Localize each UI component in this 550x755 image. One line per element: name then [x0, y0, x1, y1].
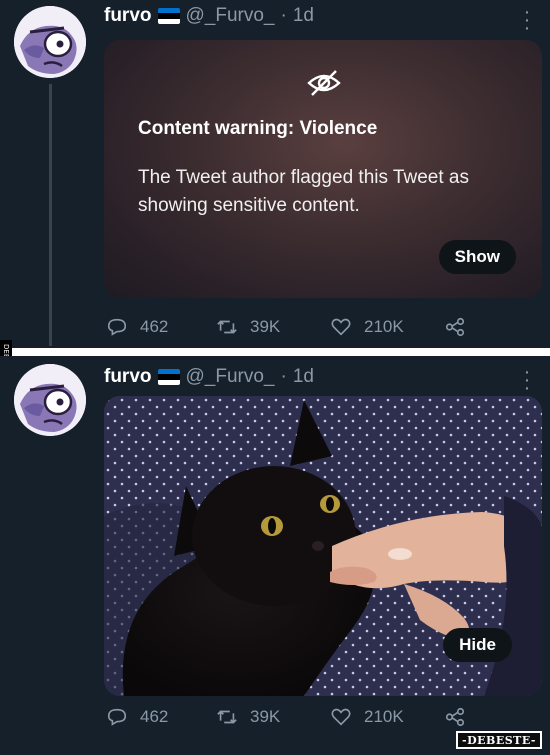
more-icon[interactable]: · · ·: [518, 362, 536, 398]
flag-stripe-white: [157, 18, 180, 24]
retweet-button[interactable]: 39K: [216, 316, 280, 338]
more-icon[interactable]: · · ·: [518, 2, 536, 38]
retweet-icon: [217, 320, 237, 334]
separator-dot: ·: [280, 366, 287, 387]
tweet-actions: 462 39K 210K: [104, 706, 544, 730]
hide-button[interactable]: Hide: [443, 628, 512, 662]
content-warning-text: The Tweet author flagged this Tweet as s…: [138, 167, 469, 216]
like-button[interactable]: 210K: [330, 706, 404, 728]
share-icon: [445, 707, 465, 727]
retweet-count: 39K: [250, 707, 281, 726]
flag-stripe-white: [157, 379, 180, 385]
tweet-revealed[interactable]: furvo @_Furvo_ · 1d · · · Hide 462 39K 2…: [0, 356, 550, 755]
retweet-icon: [217, 710, 237, 724]
reply-icon: [107, 708, 127, 726]
like-count: 210K: [364, 317, 404, 336]
avatar[interactable]: [14, 6, 86, 78]
thread-line: [49, 84, 52, 346]
tweet-time[interactable]: 1d: [293, 5, 314, 27]
divider: [0, 348, 550, 356]
sensitive-media: Content warning: Violence The Tweet auth…: [104, 40, 542, 298]
content-warning-title: Content warning: Violence: [138, 118, 378, 139]
author-name[interactable]: furvo: [104, 5, 152, 27]
tweet-header: furvo @_Furvo_ · 1d: [104, 365, 314, 389]
reply-button[interactable]: 462: [106, 706, 168, 728]
reply-count: 462: [140, 317, 169, 336]
watermark: -DEBESTE-: [456, 731, 542, 749]
share-icon: [445, 317, 465, 337]
like-icon: [331, 318, 351, 336]
show-button[interactable]: Show: [438, 240, 516, 274]
tweet-time[interactable]: 1d: [293, 366, 314, 388]
author-handle[interactable]: @_Furvo_: [186, 366, 275, 388]
avatar[interactable]: [14, 364, 86, 436]
estonia-flag-icon: [157, 8, 180, 24]
retweet-count: 39K: [250, 317, 281, 336]
share-button[interactable]: [444, 706, 478, 728]
like-button[interactable]: 210K: [330, 316, 404, 338]
cat-photo[interactable]: Hide: [104, 396, 542, 696]
retweet-button[interactable]: 39K: [216, 706, 280, 728]
tweet-actions: 462 39K 210K: [104, 316, 544, 340]
reply-count: 462: [140, 707, 169, 726]
reply-button[interactable]: 462: [106, 316, 168, 338]
estonia-flag-icon: [157, 369, 180, 385]
tweet-header: furvo @_Furvo_ · 1d: [104, 4, 314, 28]
tweet-sensitive[interactable]: furvo @_Furvo_ · 1d · · · Content warning:…: [0, 0, 550, 348]
like-icon: [331, 708, 351, 726]
author-handle[interactable]: @_Furvo_: [186, 5, 275, 27]
author-name[interactable]: furvo: [104, 366, 152, 388]
like-count: 210K: [364, 707, 404, 726]
separator-dot: ·: [280, 5, 287, 26]
eye-off-icon: [307, 70, 341, 96]
share-button[interactable]: [444, 316, 478, 338]
reply-icon: [107, 318, 127, 336]
